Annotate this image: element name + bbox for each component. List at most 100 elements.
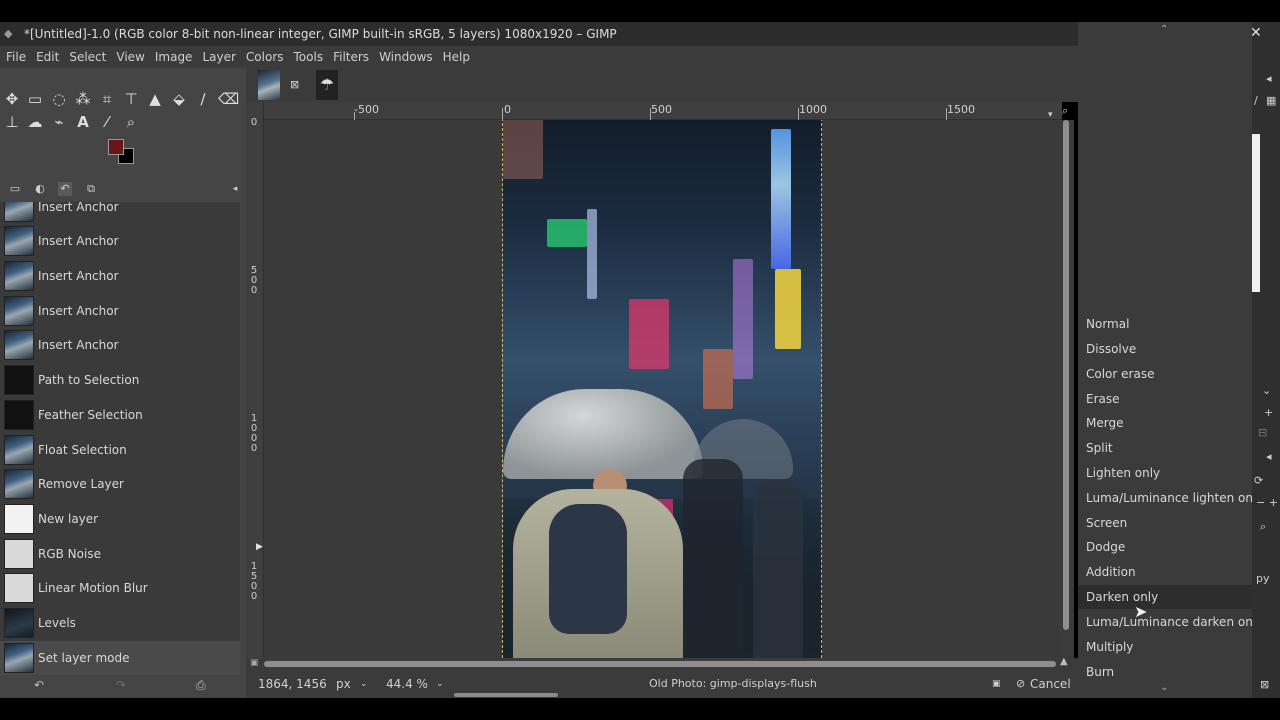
tool-options-tab-icon[interactable]: ▭ (8, 182, 22, 196)
chevron-down-icon[interactable]: ⌄ (1262, 384, 1271, 397)
history-item[interactable]: Float Selection (0, 433, 240, 467)
scrollbar-thumb[interactable] (1063, 120, 1069, 630)
navigate-icon[interactable]: ▾ (1048, 110, 1053, 120)
paths-icon[interactable]: ⌁ (50, 113, 68, 131)
mode-multiply[interactable]: Multiply (1086, 640, 1133, 654)
mode-screen[interactable]: Screen (1086, 516, 1127, 530)
smudge-icon[interactable]: ☁ (26, 113, 44, 131)
zoom-navigate-icon[interactable]: ⌕ (1062, 104, 1068, 118)
dock-menu-icon[interactable]: ◂ (1266, 72, 1272, 85)
clone-icon[interactable]: ⊥ (3, 113, 21, 131)
redo-icon[interactable]: ↷ (116, 678, 126, 692)
menu-colors[interactable]: Colors (246, 50, 284, 64)
mode-dodge[interactable]: Dodge (1086, 540, 1125, 554)
paintbrush-icon[interactable]: ∕ (1254, 94, 1258, 107)
zoom-select[interactable]: 44.4 % (386, 677, 428, 691)
chevron-down-icon[interactable]: ⌄ (360, 679, 368, 689)
history-item[interactable]: New layer (0, 502, 240, 536)
mode-dissolve[interactable]: Dissolve (1086, 342, 1136, 356)
history-item-selected[interactable]: Set layer mode (0, 641, 240, 675)
lasso-icon[interactable]: ◌ (50, 90, 68, 108)
history-item[interactable]: Remove Layer (0, 467, 240, 501)
mode-lighten-only[interactable]: Lighten only (1086, 466, 1160, 480)
history-item[interactable]: Linear Motion Blur (0, 571, 240, 605)
mode-color-erase[interactable]: Color erase (1086, 367, 1154, 381)
menu-edit[interactable]: Edit (36, 50, 59, 64)
images-tab-icon[interactable]: ⧉ (84, 182, 98, 196)
text-icon[interactable]: A (74, 113, 92, 131)
chevron-down-icon[interactable]: ⌄ (436, 679, 444, 689)
scroll-down-icon[interactable]: ⌄ (1160, 682, 1168, 693)
mode-normal[interactable]: Normal (1086, 317, 1129, 331)
mode-split[interactable]: Split (1086, 441, 1113, 455)
move-tool-icon[interactable]: ✥ (3, 90, 21, 108)
close-icon[interactable]: ✕ (1250, 26, 1264, 40)
search-icon[interactable]: ⌕ (1260, 520, 1266, 534)
layer-thumbnail[interactable] (1252, 134, 1260, 292)
history-item[interactable]: Insert Anchor (0, 328, 240, 362)
image-tab-thumbnail-2[interactable]: ☂ (316, 70, 338, 100)
progress-menu-icon[interactable]: ▣ (992, 679, 1001, 689)
zoom-icon[interactable]: ⌕ (122, 113, 140, 131)
scrollbar-thumb[interactable] (264, 661, 1056, 667)
bucket-fill-icon[interactable]: ⬙ (170, 90, 188, 108)
menu-select[interactable]: Select (69, 50, 106, 64)
mode-burn[interactable]: Burn (1086, 665, 1114, 679)
quick-mask-icon[interactable]: ▣ (250, 658, 259, 668)
refresh-icon[interactable]: ⟳ (1254, 474, 1263, 487)
undo-history-tab-icon[interactable]: ↶ (58, 182, 72, 196)
menu-filters[interactable]: Filters (333, 50, 369, 64)
horizontal-scrollbar[interactable]: ▣ ▲ (246, 656, 1078, 670)
vertical-scrollbar[interactable] (1060, 120, 1074, 658)
history-item[interactable]: Insert Anchor (0, 224, 240, 258)
scroll-up-icon[interactable]: ⌃ (1160, 24, 1168, 35)
dock-menu-icon[interactable]: ◂ (228, 182, 242, 196)
cancel-icon[interactable]: ⊘ (1016, 677, 1025, 690)
color-picker-icon[interactable]: ⁄ (98, 113, 116, 131)
device-status-tab-icon[interactable]: ◐ (33, 182, 47, 196)
menu-windows[interactable]: Windows (379, 50, 433, 64)
warp-icon[interactable]: ▲ (146, 90, 164, 108)
image-canvas[interactable] (264, 120, 1060, 658)
ruler-label: 1000 (799, 103, 827, 116)
history-item[interactable]: Insert Anchor (0, 294, 240, 328)
history-item[interactable]: Path to Selection (0, 363, 240, 397)
undo-icon[interactable]: ↶ (34, 678, 44, 692)
mode-addition[interactable]: Addition (1086, 565, 1136, 579)
plus-icon[interactable]: + (1264, 406, 1273, 419)
menu-help[interactable]: Help (443, 50, 470, 64)
clear-history-icon[interactable]: ⎙ (196, 678, 206, 693)
eraser-icon[interactable]: ⌫ (218, 90, 239, 108)
mode-darken-only[interactable]: Darken only (1078, 585, 1252, 609)
paintbrush-icon[interactable]: ∕ (194, 90, 212, 108)
menu-layer[interactable]: Layer (202, 50, 235, 64)
minus-plus-icon[interactable]: − + (1256, 496, 1278, 509)
history-item[interactable]: RGB Noise (0, 537, 240, 571)
dock-menu-icon[interactable]: ◂ (1266, 450, 1272, 463)
mode-merge[interactable]: Merge (1086, 416, 1123, 430)
transform-icon[interactable]: ⊤ (122, 90, 140, 108)
history-item[interactable]: Insert Anchor (0, 202, 240, 224)
layer-thumbnail-icon[interactable]: ▦ (1266, 94, 1276, 107)
cancel-button[interactable]: Cancel (1030, 677, 1071, 691)
menu-tools[interactable]: Tools (294, 50, 324, 64)
menu-file[interactable]: File (6, 50, 26, 64)
close-dock-icon[interactable]: ⊠ (1260, 678, 1269, 691)
unit-select[interactable]: px (336, 677, 351, 691)
foreground-color-swatch[interactable] (108, 139, 124, 155)
close-tab-icon[interactable]: ⊠ (290, 78, 299, 91)
history-item[interactable]: Feather Selection (0, 398, 240, 432)
image-tab-thumbnail[interactable] (258, 70, 280, 100)
menu-image[interactable]: Image (155, 50, 193, 64)
menu-view[interactable]: View (116, 50, 144, 64)
fuzzy-select-icon[interactable]: ⁂ (74, 90, 92, 108)
rect-select-icon[interactable]: ▭ (26, 90, 44, 108)
mode-erase[interactable]: Erase (1086, 392, 1120, 406)
mode-luma-darken-only[interactable]: Luma/Luminance darken only (1086, 615, 1263, 629)
history-item[interactable]: Levels (0, 606, 240, 640)
navigate-image-icon[interactable]: ▲ (1060, 656, 1068, 667)
mode-luma-lighten-only[interactable]: Luma/Luminance lighten only (1086, 491, 1263, 505)
crop-icon[interactable]: ⌗ (98, 90, 116, 108)
history-item[interactable]: Insert Anchor (0, 259, 240, 293)
lock-icon[interactable]: ⊟ (1258, 426, 1267, 439)
